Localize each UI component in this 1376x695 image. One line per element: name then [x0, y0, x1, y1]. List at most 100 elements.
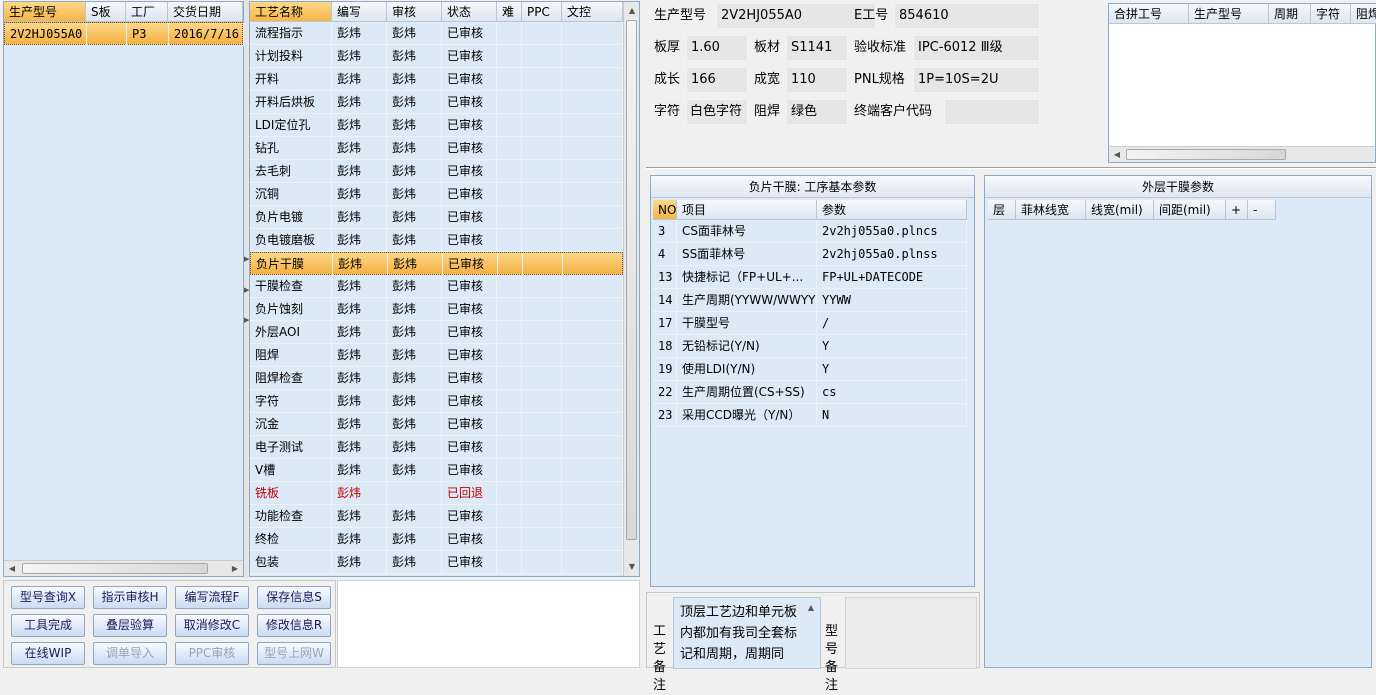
scroll-left-icon[interactable]: ◀	[6, 562, 18, 576]
table-cell: 彭炜	[332, 390, 387, 413]
width-field[interactable]: 110	[786, 67, 848, 93]
process-row[interactable]: 负电镀磨板 彭炜 彭炜 已审核	[250, 229, 623, 252]
scroll-up-icon[interactable]: ▲	[625, 4, 639, 18]
scroll-right-icon[interactable]: ▶	[229, 562, 241, 576]
scroll-up-icon[interactable]: ▲	[805, 601, 817, 615]
scroll-thumb[interactable]	[1126, 149, 1286, 160]
param-row[interactable]: 23 采用CCD曝光（Y/N） N	[653, 404, 967, 427]
scroll-thumb[interactable]	[626, 20, 637, 540]
process-row[interactable]: LDI定位孔 彭炜 彭炜 已审核	[250, 114, 623, 137]
param-row[interactable]: 4 SS面菲林号 2v2hj055a0.plnss	[653, 243, 967, 266]
column-header[interactable]: PPC	[522, 2, 562, 22]
merge-table-hscrollbar[interactable]: ◀	[1109, 146, 1375, 162]
column-header[interactable]: 工艺名称	[250, 2, 332, 22]
process-row[interactable]: 阻焊 彭炜 彭炜 已审核	[250, 344, 623, 367]
action-button[interactable]: 叠层验算	[93, 614, 167, 637]
process-row[interactable]: 钻孔 彭炜 彭炜 已审核	[250, 137, 623, 160]
action-button[interactable]: 保存信息S	[257, 586, 331, 609]
process-row[interactable]: 沉金 彭炜 彭炜 已审核	[250, 413, 623, 436]
param-row[interactable]: 18 无铅标记(Y/N) Y	[653, 335, 967, 358]
column-header[interactable]: 难	[497, 2, 522, 22]
column-header[interactable]: +	[1226, 200, 1248, 220]
process-row[interactable]: 外层AOI 彭炜 彭炜 已审核	[250, 321, 623, 344]
param-row[interactable]: 14 生产周期(YYWW/WWYY) YYWW	[653, 289, 967, 312]
process-row[interactable]: V槽 彭炜 彭炜 已审核	[250, 459, 623, 482]
action-button[interactable]: 在线WIP	[11, 642, 85, 665]
length-field[interactable]: 166	[686, 67, 748, 93]
column-header[interactable]: 层	[988, 200, 1016, 220]
action-button[interactable]: 编写流程F	[175, 586, 249, 609]
param-row[interactable]: 3 CS面菲林号 2v2hj055a0.plncs	[653, 220, 967, 243]
column-header[interactable]: 周期	[1269, 4, 1311, 24]
column-header[interactable]: 生产型号	[4, 2, 86, 22]
process-row[interactable]: 字符 彭炜 彭炜 已审核	[250, 390, 623, 413]
column-header[interactable]: 合拼工号	[1109, 4, 1189, 24]
process-note-field[interactable]: 顶层工艺边和单元板内都加有我司全套标记和周期，周期同一...	[673, 597, 821, 669]
action-button[interactable]: 指示审核H	[93, 586, 167, 609]
process-row[interactable]: 沉铜 彭炜 彭炜 已审核	[250, 183, 623, 206]
column-header[interactable]: 生产型号	[1189, 4, 1269, 24]
action-button[interactable]: 取消修改C	[175, 614, 249, 637]
column-header[interactable]: 工厂	[126, 2, 168, 22]
thickness-field[interactable]: 1.60	[686, 35, 748, 61]
param-row[interactable]: 17 干膜型号 /	[653, 312, 967, 335]
action-button[interactable]: 工具完成	[11, 614, 85, 637]
e-value-field[interactable]: 854610	[894, 3, 1040, 29]
model-value-field[interactable]: 2V2HJ055A0	[716, 3, 876, 29]
column-header[interactable]: S板	[86, 2, 126, 22]
column-header[interactable]: 审核	[387, 2, 442, 22]
process-list[interactable]: 工艺名称 编写 审核 状态难 PPC 文控 流程指示 彭炜 彭炜 已审核 计划投料 彭炜 彭炜 已审核开…	[249, 1, 640, 577]
action-button[interactable]: PPC审核	[175, 642, 249, 665]
process-row[interactable]: 电子测试 彭炜 彭炜 已审核	[250, 436, 623, 459]
column-header[interactable]: 间距(mil)	[1154, 200, 1226, 220]
process-row[interactable]: 功能检查 彭炜 彭炜 已审核	[250, 505, 623, 528]
action-button[interactable]: 型号查询X	[11, 586, 85, 609]
param-row[interactable]: 13 快捷标记（FP+UL+... FP+UL+DATECODE	[653, 266, 967, 289]
column-header[interactable]: -	[1248, 200, 1276, 220]
column-header[interactable]: 参数	[817, 200, 967, 220]
action-button[interactable]: 调单导入	[93, 642, 167, 665]
scroll-left-icon[interactable]: ◀	[1111, 148, 1123, 162]
model-row[interactable]: 2V2HJ055A0 P3 2016/7/16	[4, 22, 244, 46]
column-header[interactable]: 阻焊	[1351, 4, 1376, 24]
scroll-thumb[interactable]	[22, 563, 208, 574]
column-header[interactable]: 编写	[332, 2, 387, 22]
process-row[interactable]: 终检 彭炜 彭炜 已审核	[250, 528, 623, 551]
merge-table[interactable]: 合拼工号生产型号周期字符阻焊 ◀	[1108, 3, 1376, 163]
process-row[interactable]: 流程指示 彭炜 彭炜 已审核	[250, 22, 623, 45]
process-row[interactable]: 开料后烘板 彭炜 彭炜 已审核	[250, 91, 623, 114]
char-field[interactable]: 白色字符	[686, 99, 748, 125]
column-header[interactable]: 线宽(mil)	[1086, 200, 1154, 220]
process-row[interactable]: 去毛刺 彭炜 彭炜 已审核	[250, 160, 623, 183]
process-row[interactable]: 负片干膜 彭炜 彭炜 已审核	[250, 252, 624, 276]
pnl-field[interactable]: 1P=10S=2U	[913, 67, 1040, 93]
column-header[interactable]: 交货日期	[168, 2, 243, 22]
column-header[interactable]: 项目	[677, 200, 817, 220]
model-note-field[interactable]	[845, 597, 977, 669]
standard-field[interactable]: IPC-6012 Ⅲ级	[913, 35, 1040, 61]
column-header[interactable]: 字符	[1311, 4, 1351, 24]
action-button[interactable]: 型号上网W	[257, 642, 331, 665]
material-field[interactable]: S1141	[786, 35, 848, 61]
action-button[interactable]: 修改信息R	[257, 614, 331, 637]
model-list-hscrollbar[interactable]: ◀ ▶	[4, 560, 243, 576]
column-header[interactable]: NO	[653, 200, 677, 220]
process-row[interactable]: 开料 彭炜 彭炜 已审核	[250, 68, 623, 91]
process-row[interactable]: 铣板 彭炜 已回退	[250, 482, 623, 505]
process-list-vscrollbar[interactable]: ▲ ▼	[623, 2, 639, 576]
process-row[interactable]: 计划投料 彭炜 彭炜 已审核	[250, 45, 623, 68]
param-row[interactable]: 19 使用LDI(Y/N) Y	[653, 358, 967, 381]
column-header[interactable]: 文控	[562, 2, 623, 22]
process-row[interactable]: 阻焊检查 彭炜 彭炜 已审核	[250, 367, 623, 390]
column-header[interactable]: 状态	[442, 2, 497, 22]
param-row[interactable]: 22 生产周期位置(CS+SS) cs	[653, 381, 967, 404]
scroll-down-icon[interactable]: ▼	[625, 560, 639, 574]
column-header[interactable]: 菲林线宽	[1016, 200, 1086, 220]
process-row[interactable]: 包装 彭炜 彭炜 已审核	[250, 551, 623, 574]
mask-field[interactable]: 绿色	[786, 99, 848, 125]
process-row[interactable]: 负片蚀刻 彭炜 彭炜 已审核	[250, 298, 623, 321]
customer-field[interactable]	[944, 99, 1040, 125]
process-row[interactable]: 干膜检查 彭炜 彭炜 已审核	[250, 275, 623, 298]
process-row[interactable]: 负片电镀 彭炜 彭炜 已审核	[250, 206, 623, 229]
model-list[interactable]: 生产型号 S板 工厂 交货日期 2V2HJ055A0 P3 2016/7/16 ◀ ▶	[3, 1, 244, 577]
